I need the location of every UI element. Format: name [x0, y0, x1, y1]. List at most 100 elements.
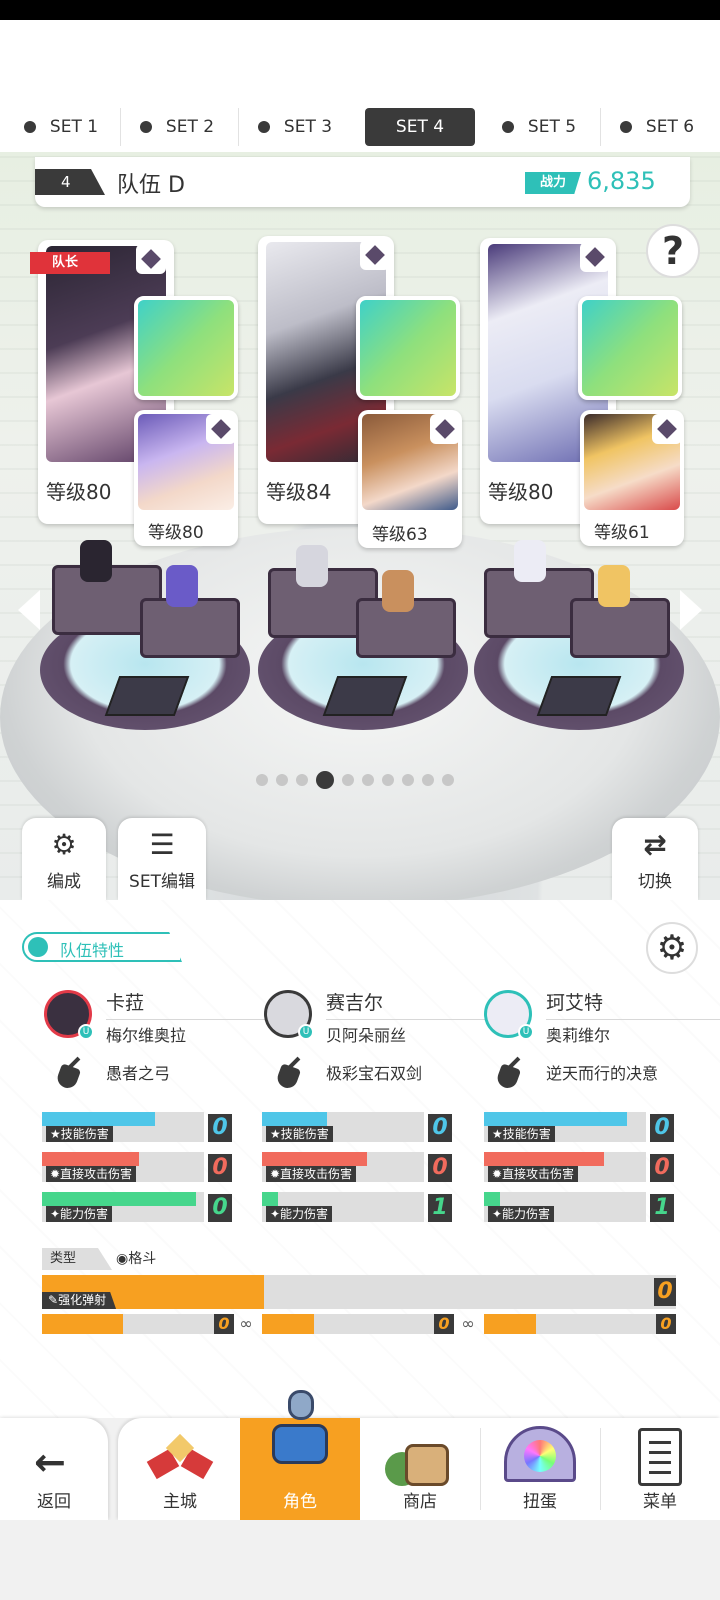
page-dot[interactable]	[402, 774, 414, 786]
part-fill	[42, 1314, 123, 1334]
divider	[600, 108, 601, 146]
chibi-sprite[interactable]	[382, 570, 414, 612]
stat-bar: ★技能伤害 0	[484, 1112, 674, 1142]
page-dot[interactable]	[256, 774, 268, 786]
dot-icon	[257, 121, 270, 133]
character-level: 等级80	[46, 480, 112, 504]
weapon-name: 逆天而行的决意	[546, 1064, 659, 1083]
tab-set-2[interactable]: SET 2	[122, 108, 232, 146]
set-edit-button[interactable]: ☰ SET编辑	[118, 818, 206, 900]
partner-name: 贝阿朵丽丝	[326, 1026, 407, 1045]
nav-item-shop[interactable]: 商店	[360, 1418, 480, 1520]
nav-item-menu[interactable]: 菜单	[600, 1418, 720, 1520]
stat-track: ★技能伤害	[484, 1112, 646, 1142]
page-dot[interactable]	[296, 774, 308, 786]
chibi-sprite[interactable]	[80, 540, 112, 582]
back-button[interactable]: ← 返回	[0, 1418, 108, 1520]
hero-name: 赛吉尔	[326, 992, 384, 1014]
tab-label: SET 5	[527, 117, 577, 137]
stat-label: ★技能伤害	[266, 1126, 333, 1142]
stat-value: 0	[428, 1114, 452, 1142]
strengthen-label: ✎强化弹射	[42, 1292, 117, 1309]
weapon-icon	[52, 1056, 84, 1091]
switch-button[interactable]: ⇄ 切换	[612, 818, 698, 900]
stat-label: ✹直接攻击伤害	[266, 1166, 357, 1182]
part-value: 0	[214, 1314, 234, 1334]
dot-icon	[501, 121, 514, 133]
page-dot[interactable]	[342, 774, 354, 786]
weapon-icon	[492, 1056, 524, 1091]
tab-set-4[interactable]: SET 4	[365, 108, 475, 146]
character-icon	[270, 1390, 330, 1468]
page-dot[interactable]	[276, 774, 288, 786]
stat-value: 0	[208, 1194, 232, 1222]
rank-icon	[206, 414, 236, 444]
bow-icon[interactable]	[134, 296, 238, 400]
stat-fill	[484, 1152, 604, 1166]
stat-value: 1	[428, 1194, 452, 1222]
stat-fill	[42, 1152, 140, 1166]
tab-set-3[interactable]: SET 3	[240, 108, 350, 146]
partner-name: 梅尔维奥拉	[106, 1026, 187, 1045]
stat-fill	[42, 1112, 156, 1126]
chibi-sprite[interactable]	[598, 565, 630, 607]
stat-value: 0	[428, 1154, 452, 1182]
page-dot[interactable]	[382, 774, 394, 786]
twin-swords-icon[interactable]	[356, 296, 460, 400]
dot-icon	[139, 121, 152, 133]
top-spacer	[0, 20, 720, 102]
strengthen-part-bar: 0	[262, 1314, 454, 1334]
team-name[interactable]: 队伍 D	[117, 167, 185, 199]
nav-label: 菜单	[643, 1492, 677, 1512]
tab-set-1[interactable]: SET 1	[6, 108, 116, 146]
stat-value: 0	[208, 1114, 232, 1142]
nav-label: 扭蛋	[523, 1492, 557, 1512]
tab-set-5[interactable]: SET 5	[484, 108, 594, 146]
arrow-right-icon[interactable]	[680, 590, 702, 630]
page-dot[interactable]	[362, 774, 374, 786]
orb-icon[interactable]	[578, 296, 682, 400]
switch-label: 切换	[638, 872, 672, 892]
stat-bar: ✹直接攻击伤害 0	[42, 1152, 232, 1182]
stat-track: ★技能伤害	[262, 1112, 424, 1142]
stone-block	[140, 598, 240, 658]
page-indicator	[256, 771, 454, 789]
type-row: 类型 ◉格斗	[42, 1248, 220, 1270]
badge-icon: U	[298, 1024, 314, 1040]
help-button[interactable]: ?	[646, 224, 700, 278]
shop-bag-icon	[385, 1438, 455, 1488]
chibi-sprite[interactable]	[514, 540, 546, 582]
set-edit-label: SET编辑	[129, 872, 195, 892]
page-dot-active[interactable]	[316, 771, 334, 789]
system-bottom-area	[0, 1520, 720, 1600]
page-dot[interactable]	[442, 774, 454, 786]
strengthen-part-bar: 0	[42, 1314, 234, 1334]
part-fill	[262, 1314, 314, 1334]
badge-icon: U	[518, 1024, 534, 1040]
stat-track: ★技能伤害	[42, 1112, 204, 1142]
stat-bar: ✹直接攻击伤害 0	[262, 1152, 452, 1182]
floor-tile	[536, 676, 622, 716]
rank-icon	[360, 240, 390, 270]
chibi-sprite[interactable]	[296, 545, 328, 587]
gear-icon[interactable]: ⚙	[646, 922, 698, 974]
team-traits-tab[interactable]: 队伍特性	[22, 932, 182, 962]
strengthen-label-text: 强化弹射	[58, 1293, 107, 1307]
page-dot[interactable]	[422, 774, 434, 786]
nav-item-character[interactable]: 角色	[240, 1390, 360, 1520]
arrow-left-icon[interactable]	[18, 590, 40, 630]
nav-item-main-city[interactable]: 主城	[120, 1418, 240, 1520]
character-level: 等级84	[266, 480, 332, 504]
team-number: 4	[35, 169, 105, 195]
link-icon: ∞	[239, 1314, 253, 1333]
strengthen-bar: ✎强化弹射 0	[42, 1275, 676, 1309]
tab-set-6[interactable]: SET 6	[602, 108, 712, 146]
team-header: 4 队伍 D 战力 6,835	[35, 157, 690, 207]
formation-button[interactable]: ⚙ 编成	[22, 818, 106, 900]
weapon-icon	[272, 1056, 304, 1091]
nav-item-gacha[interactable]: 扭蛋	[480, 1418, 600, 1520]
power-label: 战力	[525, 172, 581, 194]
chibi-sprite[interactable]	[166, 565, 198, 607]
trait-icon	[28, 937, 48, 957]
stat-label: ✹直接攻击伤害	[488, 1166, 579, 1182]
